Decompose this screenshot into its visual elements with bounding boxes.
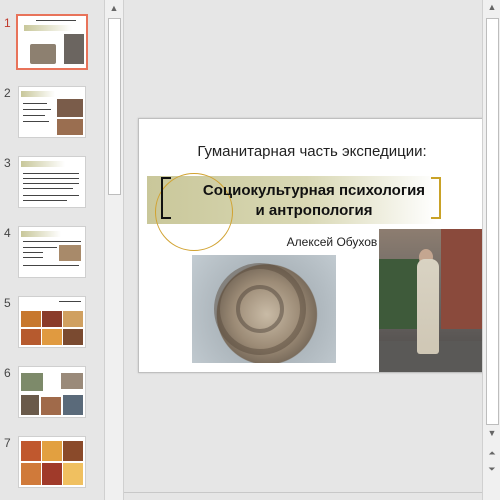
thumb-photo [21, 463, 41, 485]
thumb-photo [63, 395, 83, 415]
thumb-photo [42, 463, 62, 485]
thumb-text-line [23, 247, 57, 248]
thumb-photo [59, 245, 81, 261]
thumb-photo [63, 329, 83, 345]
thumb-text-line [23, 257, 43, 258]
thumb-text-line [23, 241, 81, 242]
scrollbar-thumb[interactable] [108, 18, 121, 195]
slide-thumbnail-6[interactable] [18, 366, 86, 418]
thumb-text-line [23, 103, 47, 104]
aztec-calendar-stone-image[interactable] [192, 255, 336, 363]
scroll-up-arrow-icon[interactable]: ▲ [483, 0, 500, 14]
thumb-photo [63, 463, 83, 485]
slide-thumbnail-row-2[interactable]: 2 [0, 86, 104, 142]
thumb-photo [41, 397, 61, 415]
thumb-text-line [23, 121, 49, 122]
thumb-text-line [23, 265, 79, 266]
slide-thumbnail-row-7[interactable]: 7 [0, 436, 104, 492]
thumb-person-image [64, 34, 84, 64]
slide-number: 7 [4, 436, 11, 450]
slide-number: 3 [4, 156, 11, 170]
slide-editor-area: Гуманитарная часть экспедиции: Социокуль… [124, 0, 486, 500]
slide-thumbnail-row-1[interactable]: 1 [0, 14, 104, 72]
thumb-photo [63, 441, 83, 461]
thumb-photo [21, 329, 41, 345]
slide-thumbnail-pane: 1 2 3 4 5 6 7 [0, 0, 105, 500]
thumb-title-band [21, 231, 61, 237]
slide-thumbnail-row-3[interactable]: 3 [0, 156, 104, 212]
slide-thumbnail-2[interactable] [18, 86, 86, 138]
thumb-text-line [23, 195, 79, 196]
slide-thumbnail-5[interactable] [18, 296, 86, 348]
slide-thumbnail-3[interactable] [18, 156, 86, 208]
slide-number: 4 [4, 226, 11, 240]
slide-number: 5 [4, 296, 11, 310]
photo-tree [379, 259, 419, 329]
thumb-text-line [59, 301, 81, 302]
slide-thumbnail-row-4[interactable]: 4 [0, 226, 104, 282]
slide-number: 6 [4, 366, 11, 380]
main-scrollbar[interactable]: ▲ ▼ ⏶ ⏷ [482, 0, 500, 500]
previous-slide-icon[interactable]: ⏶ [483, 446, 500, 460]
thumb-text-line [23, 173, 79, 174]
slide-canvas[interactable]: Гуманитарная часть экспедиции: Социокуль… [138, 118, 486, 373]
thumb-photo [61, 373, 83, 389]
thumb-photo [21, 373, 43, 391]
scrollbar-thumb[interactable] [486, 18, 499, 425]
photo-building [441, 229, 485, 329]
slide-thumbnail-1[interactable] [16, 14, 88, 70]
thumb-title-band [21, 161, 65, 167]
scroll-up-arrow-icon[interactable]: ▲ [105, 0, 123, 16]
thumb-title-band [21, 91, 55, 97]
status-divider [124, 492, 482, 493]
slide-subtitle[interactable]: Социокультурная психология и антропологи… [169, 181, 459, 221]
thumb-text-line [23, 188, 73, 189]
thumbnail-scrollbar[interactable]: ▲ [104, 0, 124, 500]
thumb-photo [42, 329, 62, 345]
thumb-stone-image [30, 44, 56, 64]
thumb-photo [21, 395, 39, 415]
stone-center [236, 285, 284, 333]
thumb-text-line [23, 252, 43, 253]
slide-number: 1 [4, 16, 11, 30]
thumb-text-line [23, 115, 45, 116]
slide-thumbnail-row-5[interactable]: 5 [0, 296, 104, 352]
thumb-photo [57, 119, 83, 135]
slide-thumbnail-row-6[interactable]: 6 [0, 366, 104, 422]
slide-number: 2 [4, 86, 11, 100]
thumb-subtitle-band [24, 25, 72, 31]
slide-thumbnail-4[interactable] [18, 226, 86, 278]
photo-person-body [417, 259, 439, 354]
thumb-text-line [23, 183, 79, 184]
person-on-street-image[interactable] [379, 229, 485, 372]
next-slide-icon[interactable]: ⏷ [483, 462, 500, 476]
thumb-photo [42, 311, 62, 327]
thumb-text-line [23, 109, 51, 110]
scroll-down-arrow-icon[interactable]: ▼ [483, 426, 500, 440]
thumb-photo [63, 311, 83, 327]
slide-thumbnail-7[interactable] [18, 436, 86, 488]
thumb-photo [42, 441, 62, 461]
thumb-text-line [23, 178, 79, 179]
thumb-title-line [36, 20, 76, 21]
subtitle-line-2: и антропология [255, 202, 373, 219]
thumb-photo [57, 99, 83, 117]
thumb-photo [21, 441, 41, 461]
slide-title[interactable]: Гуманитарная часть экспедиции: [139, 143, 485, 160]
subtitle-line-1: Социокультурная психология [202, 182, 426, 199]
thumb-photo [21, 311, 41, 327]
thumb-text-line [23, 200, 67, 201]
